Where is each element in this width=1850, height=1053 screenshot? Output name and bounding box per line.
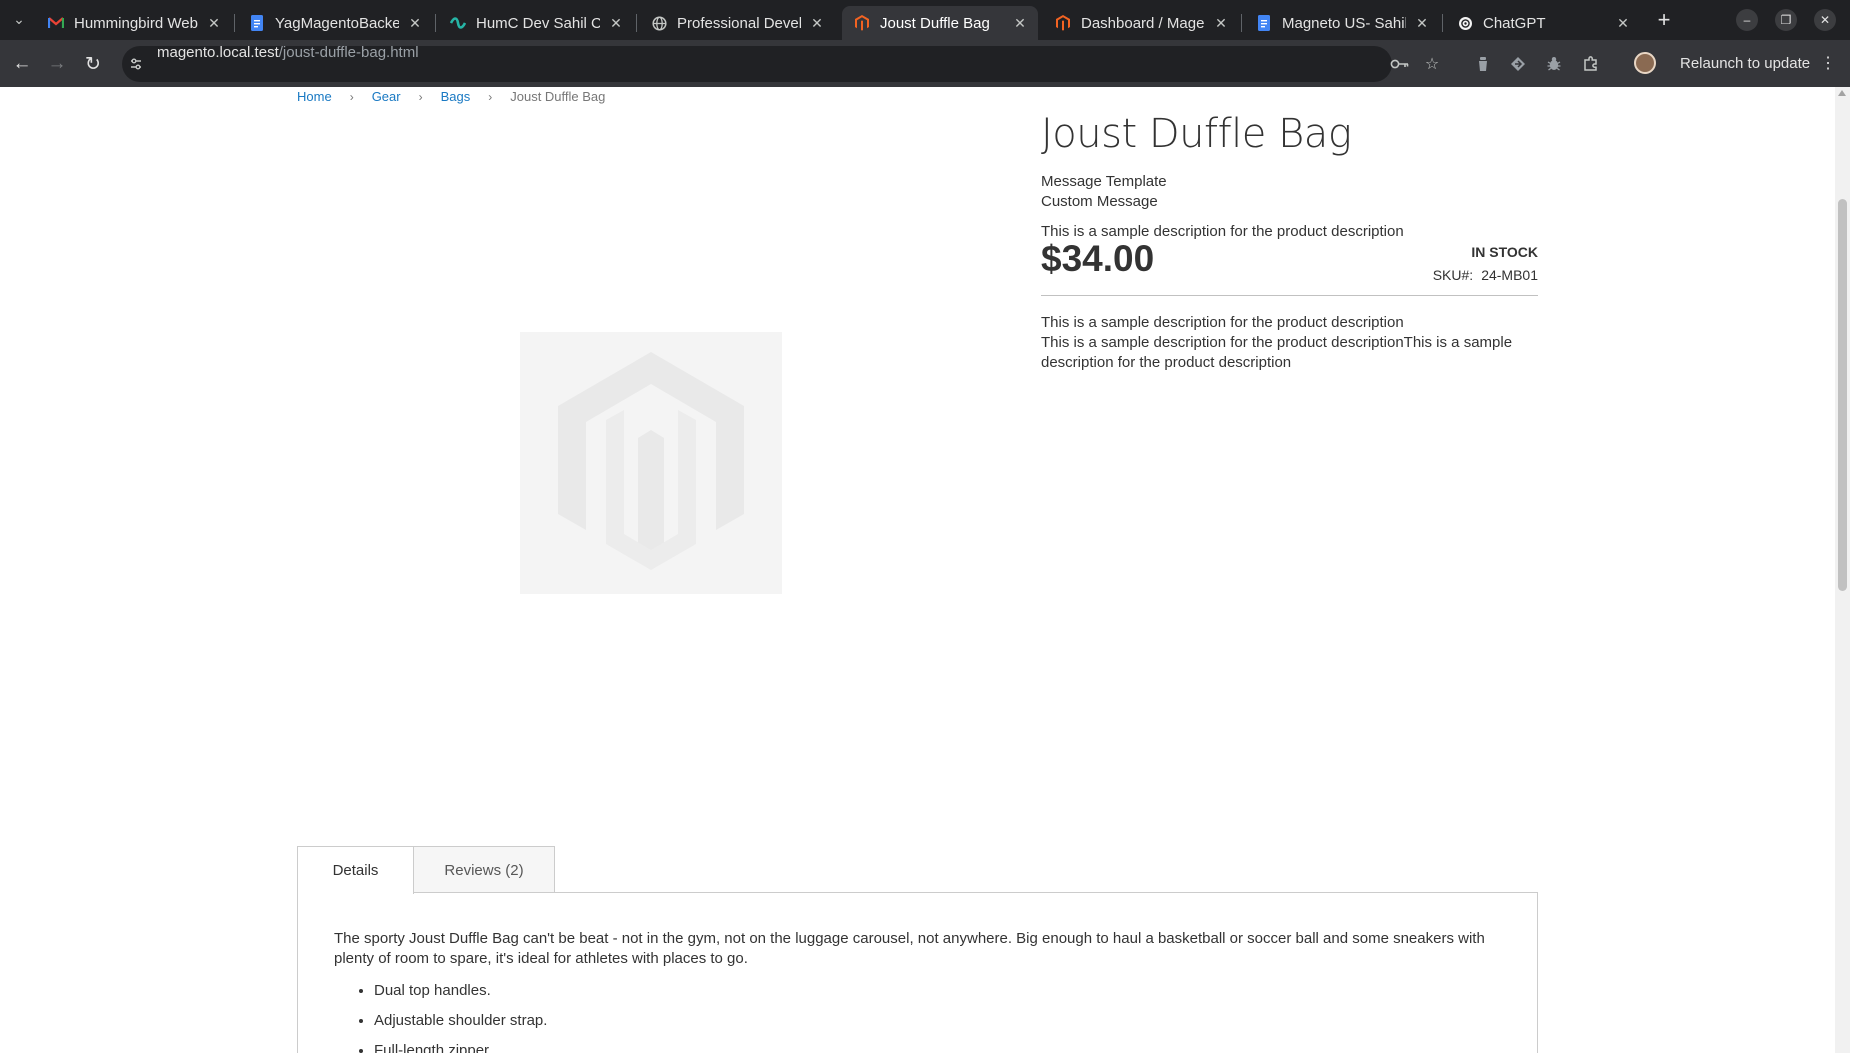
scroll-up-arrow-icon[interactable] (1838, 90, 1846, 96)
breadcrumb-bags-link[interactable]: Bags (441, 89, 471, 104)
close-tab-icon[interactable]: ✕ (206, 15, 222, 32)
extensions-puzzle-icon[interactable] (1580, 53, 1602, 75)
magento-logo-placeholder-icon (558, 352, 744, 570)
extension-icon[interactable] (1472, 53, 1494, 75)
tab-separator (435, 14, 436, 32)
bookmark-star-icon[interactable]: ☆ (1421, 53, 1443, 75)
divider (1041, 295, 1538, 296)
tab-title: Joust Duffle Bag (880, 14, 990, 32)
relaunch-label: Relaunch to update (1680, 54, 1811, 72)
docs-icon (249, 15, 265, 31)
magento-icon (1055, 15, 1071, 31)
tab-title: ChatGPT (1483, 14, 1546, 32)
tab-title: Professional Devel (677, 14, 801, 32)
tab-title: HumC Dev Sahil Ch (476, 14, 600, 32)
breadcrumb: Home › Gear › Bags › Joust Duffle Bag (297, 89, 605, 104)
tab-separator (1442, 14, 1443, 32)
close-tab-icon[interactable]: ✕ (1414, 15, 1430, 32)
more-menu-icon[interactable]: ⋮ (1820, 53, 1836, 73)
product-overview: This is a sample description for the pro… (1041, 313, 1538, 373)
close-tab-icon[interactable]: ✕ (1213, 15, 1229, 32)
docs-icon (1256, 15, 1272, 31)
custom-message-text: Custom Message (1041, 193, 1158, 210)
tab-title: YagMagentoBacker (275, 14, 399, 32)
details-description: The sporty Joust Duffle Bag can't be bea… (334, 930, 1485, 967)
tab-title: Dashboard / Mager (1081, 14, 1205, 32)
tab-title: Hummingbird Web (74, 14, 198, 32)
overview-line: This is a sample description for the pro… (1041, 314, 1404, 331)
close-tab-icon[interactable]: ✕ (809, 15, 825, 32)
tab-details[interactable]: Details (297, 846, 414, 894)
product-price: $34.00 (1041, 238, 1155, 279)
browser-tab[interactable]: Magneto US- Sahil ✕ (1244, 6, 1440, 40)
sku-value: 24-MB01 (1481, 267, 1538, 283)
tab-title: Magneto US- Sahil (1282, 14, 1406, 32)
close-tab-icon[interactable]: ✕ (608, 15, 624, 32)
product-image-placeholder[interactable] (520, 332, 782, 594)
close-tab-icon[interactable]: ✕ (1615, 15, 1631, 32)
browser-tab[interactable]: ChatGPT ✕ (1445, 6, 1641, 40)
bug-extension-icon[interactable] (1543, 53, 1565, 75)
browser-tab[interactable]: YagMagentoBacker ✕ (237, 6, 433, 40)
tab-details-content: The sporty Joust Duffle Bag can't be bea… (297, 892, 1538, 1053)
sku-label: SKU#: (1432, 267, 1474, 283)
restore-window-icon[interactable]: ❐ (1775, 9, 1797, 31)
breadcrumb-current: Joust Duffle Bag (510, 89, 606, 104)
page-title: Joust Duffle Bag (1041, 111, 1352, 157)
browser-tab-strip: ⌄ Hummingbird Web ✕ YagMagentoBacker ✕ H… (0, 0, 1850, 40)
globe-icon (651, 15, 667, 31)
close-tab-icon[interactable]: ✕ (407, 15, 423, 32)
product-sku: SKU#: 24-MB01 (1433, 267, 1538, 283)
chatgpt-icon (1457, 15, 1473, 31)
overview-line: This is a sample description for the pro… (1041, 334, 1513, 371)
stock-status: IN STOCK (1471, 244, 1538, 260)
minimize-window-icon[interactable]: – (1736, 9, 1758, 31)
tab-search-chevron-icon[interactable]: ⌄ (8, 8, 30, 30)
reload-icon[interactable]: ↻ (79, 50, 107, 78)
vertical-scrollbar[interactable] (1835, 87, 1850, 1053)
list-item: Full-length zipper. (374, 1041, 547, 1053)
breadcrumb-gear-link[interactable]: Gear (372, 89, 401, 104)
chevron-right-icon: › (488, 89, 493, 104)
page-viewport: Home › Gear › Bags › Joust Duffle Bag Jo… (0, 87, 1850, 1053)
new-tab-plus-icon[interactable]: + (1650, 6, 1678, 34)
relaunch-to-update-button[interactable]: Relaunch to update ⋮ (1668, 49, 1848, 77)
message-template-text: Message Template (1041, 173, 1167, 190)
list-item: Dual top handles. (374, 981, 547, 1011)
back-arrow-icon[interactable]: ← (8, 50, 36, 78)
app-icon (450, 15, 466, 31)
chevron-right-icon: › (418, 89, 423, 104)
tab-reviews[interactable]: Reviews (2) (413, 846, 555, 893)
profile-avatar[interactable] (1634, 52, 1656, 74)
close-tab-icon[interactable]: ✕ (1012, 15, 1028, 32)
gmail-icon (48, 15, 64, 31)
breadcrumb-home-link[interactable]: Home (297, 89, 332, 104)
feature-list: Dual top handles. Adjustable shoulder st… (374, 981, 547, 1053)
scrollbar-thumb[interactable] (1838, 199, 1847, 591)
browser-tab[interactable]: HumC Dev Sahil Ch ✕ (438, 6, 634, 40)
url-path: /joust-duffle-bag.html (278, 44, 419, 61)
url-host: magento.local.test (157, 44, 279, 61)
tab-separator (1241, 14, 1242, 32)
password-key-icon[interactable] (1389, 53, 1411, 75)
url-text[interactable]: magento.local.test/joust-duffle-bag.html (157, 43, 419, 63)
magento-icon (854, 15, 870, 31)
list-item: Adjustable shoulder strap. (374, 1011, 547, 1041)
browser-tab[interactable]: Dashboard / Mager ✕ (1043, 6, 1239, 40)
browser-tab[interactable]: Hummingbird Web ✕ (36, 6, 232, 40)
close-window-icon[interactable]: ✕ (1814, 9, 1836, 31)
tab-separator (636, 14, 637, 32)
forward-arrow-icon[interactable]: → (43, 50, 71, 78)
browser-tab-active[interactable]: Joust Duffle Bag ✕ (842, 6, 1038, 40)
chevron-right-icon: › (349, 89, 354, 104)
extension-icon[interactable] (1507, 53, 1529, 75)
browser-tab[interactable]: Professional Devel ✕ (639, 6, 835, 40)
tab-separator (234, 14, 235, 32)
site-info-icon[interactable] (128, 56, 144, 72)
